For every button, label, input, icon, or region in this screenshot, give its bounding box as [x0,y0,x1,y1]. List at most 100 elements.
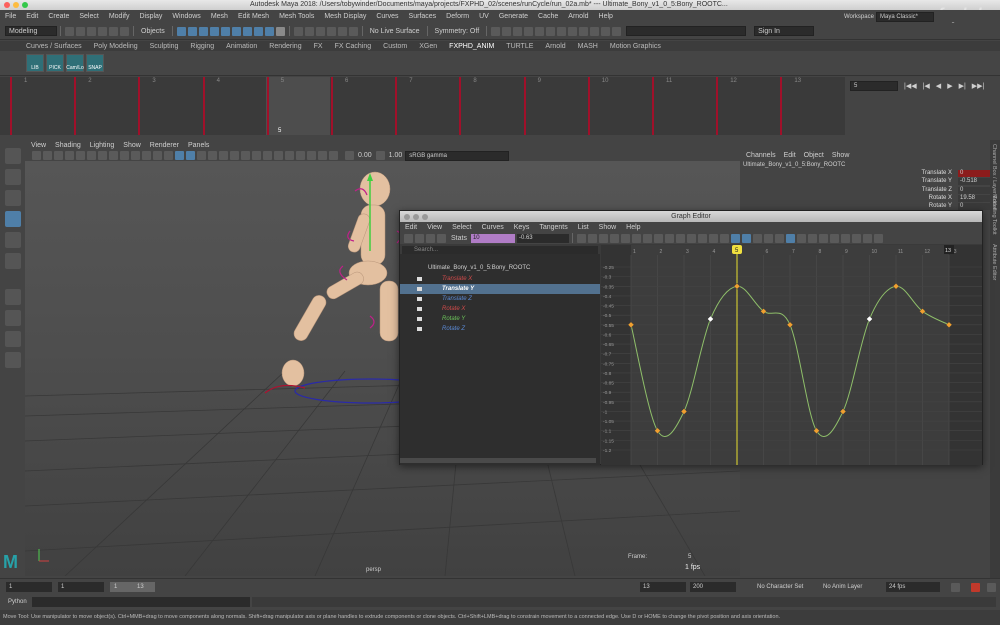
menu-surfaces[interactable]: Surfaces [409,13,437,20]
channel-visibility-icon[interactable] [417,297,422,301]
shelf-tab-xgen[interactable]: XGen [419,43,437,50]
menu-uv[interactable]: UV [479,13,489,20]
channel-attr-value[interactable]: 19.58 [958,194,990,202]
viewport-menu-lighting[interactable]: Lighting [90,142,115,149]
loop-icon[interactable] [951,583,960,592]
anim-layer-field[interactable]: No Anim Layer [823,584,862,590]
graph-editor-close-button[interactable] [404,214,410,220]
channel-visibility-icon[interactable] [417,317,422,321]
end-time-field[interactable]: 200 [690,582,736,592]
viewport-menu-renderer[interactable]: Renderer [150,142,179,149]
menu-help[interactable]: Help [599,13,613,20]
anim-end-field[interactable]: 13 [640,582,686,592]
menu-mesh[interactable]: Mesh [211,13,228,20]
live-surface-field[interactable]: No Live Surface [370,28,420,35]
graph-layout-icon[interactable] [4,331,21,347]
minimize-window-button[interactable] [13,2,19,8]
channel-menu-object[interactable]: Object [804,152,824,159]
foot-ik-control[interactable] [264,384,306,394]
auto-key-icon[interactable] [971,583,980,592]
shelf-tab-mash[interactable]: MASH [578,43,598,50]
curve-channel[interactable]: Translate Y [400,284,600,294]
sign-in-button[interactable]: Sign In [754,26,815,36]
channel-visibility-icon[interactable] [417,287,422,291]
graph-menu-list[interactable]: List [578,224,589,231]
menu-curves[interactable]: Curves [376,13,398,20]
graph-menu-tangents[interactable]: Tangents [539,224,567,231]
shelf-tab-rigging[interactable]: Rigging [190,43,214,50]
go-to-end-icon[interactable]: ▶▶| [972,82,985,90]
graph-editor-zoom-button[interactable] [422,214,428,220]
command-input[interactable] [32,597,250,607]
shelf-button-snap[interactable]: SNAP [86,54,104,72]
shelf-tab-custom[interactable]: Custom [383,43,407,50]
range-slider-bar[interactable]: 1 13 [110,582,155,592]
graph-menu-keys[interactable]: Keys [514,224,530,231]
anim-start-field[interactable]: 1 [58,582,104,592]
graph-editor-minimize-button[interactable] [413,214,419,220]
select-tool-icon[interactable] [4,148,21,164]
menu-mesh-tools[interactable]: Mesh Tools [279,13,314,20]
menu-create[interactable]: Create [48,13,69,20]
graph-menu-edit[interactable]: Edit [405,224,417,231]
outliner-scrollbar[interactable] [400,458,596,463]
graph-menu-curves[interactable]: Curves [482,224,504,231]
graph-menu-select[interactable]: Select [452,224,471,231]
paint-select-tool-icon[interactable] [4,190,21,206]
channel-menu-edit[interactable]: Edit [784,152,796,159]
prefs-icon[interactable] [987,583,996,592]
curve-channel[interactable]: Rotate X [400,304,600,314]
menu-mesh-display[interactable]: Mesh Display [324,13,366,20]
shelf-tab-animation[interactable]: Animation [226,43,257,50]
stats-value-field[interactable]: -0.63 [516,233,569,243]
curve-channel[interactable]: Rotate Y [400,314,600,324]
menu-select[interactable]: Select [79,13,98,20]
colorspace-dropdown[interactable]: sRGB gamma [405,150,510,161]
channel-menu-channels[interactable]: Channels [746,152,776,159]
menu-file[interactable]: File [5,13,16,20]
go-to-start-icon[interactable]: |◀◀ [904,82,917,90]
menu-display[interactable]: Display [139,13,162,20]
channel-visibility-icon[interactable] [417,327,422,331]
gamma-field[interactable]: 1.00 [389,152,403,159]
command-language-label[interactable]: Python [8,599,27,605]
exposure-field[interactable]: 0.00 [358,152,372,159]
viewport-menu-shading[interactable]: Shading [55,142,81,149]
shelf-tab-turtle[interactable]: TURTLE [506,43,533,50]
side-tab[interactable]: Modelling Toolkit [991,194,997,235]
character-mesh[interactable] [281,171,399,387]
viewport-menu-show[interactable]: Show [123,142,141,149]
shelf-tab-fx[interactable]: FX [314,43,323,50]
graph-menu-view[interactable]: View [427,224,442,231]
curve-channel[interactable]: Translate Z [400,294,600,304]
channel-visibility-icon[interactable] [417,307,422,311]
menu-cache[interactable]: Cache [538,13,558,20]
zoom-window-button[interactable] [22,2,28,8]
viewport-menu-panels[interactable]: Panels [188,142,209,149]
single-view-layout-icon[interactable] [4,289,21,305]
shelf-tab-sculpting[interactable]: Sculpting [150,43,179,50]
menu-edit-mesh[interactable]: Edit Mesh [238,13,269,20]
step-back-frame-icon[interactable]: ◀ [936,82,941,90]
menu-arnold[interactable]: Arnold [568,13,588,20]
lasso-tool-icon[interactable] [4,169,21,185]
channel-visibility-icon[interactable] [417,277,422,281]
objects-mode[interactable]: Objects [141,28,165,35]
symmetry-field[interactable]: Symmetry: Off [435,28,480,35]
viewport-menu-view[interactable]: View [31,142,46,149]
shelf-tab-motion-graphics[interactable]: Motion Graphics [610,43,661,50]
menu-modify[interactable]: Modify [109,13,130,20]
start-time-field[interactable]: 1 [6,582,52,592]
close-window-button[interactable] [4,2,10,8]
menu-generate[interactable]: Generate [499,13,528,20]
shelf-tab-fxphd-anim[interactable]: FXPHD_ANIM [449,43,494,50]
graph-editor-curve-view[interactable]: 12345678910111213-0.25-0.3-0.35-0.4-0.45… [601,245,982,465]
channel-attr-value[interactable]: 0 [958,186,990,194]
curve-channel[interactable]: Rotate Z [400,324,600,334]
shelf-tab-arnold[interactable]: Arnold [545,43,565,50]
curve-channel[interactable]: Translate X [400,274,600,284]
move-tool-icon[interactable] [4,211,21,227]
character-set-field[interactable]: No Character Set [757,584,803,590]
outliner-root-node[interactable]: Ultimate_Bony_v1_0_5:Bony_ROOTC [400,262,600,274]
shelf-tab-rendering[interactable]: Rendering [269,43,301,50]
